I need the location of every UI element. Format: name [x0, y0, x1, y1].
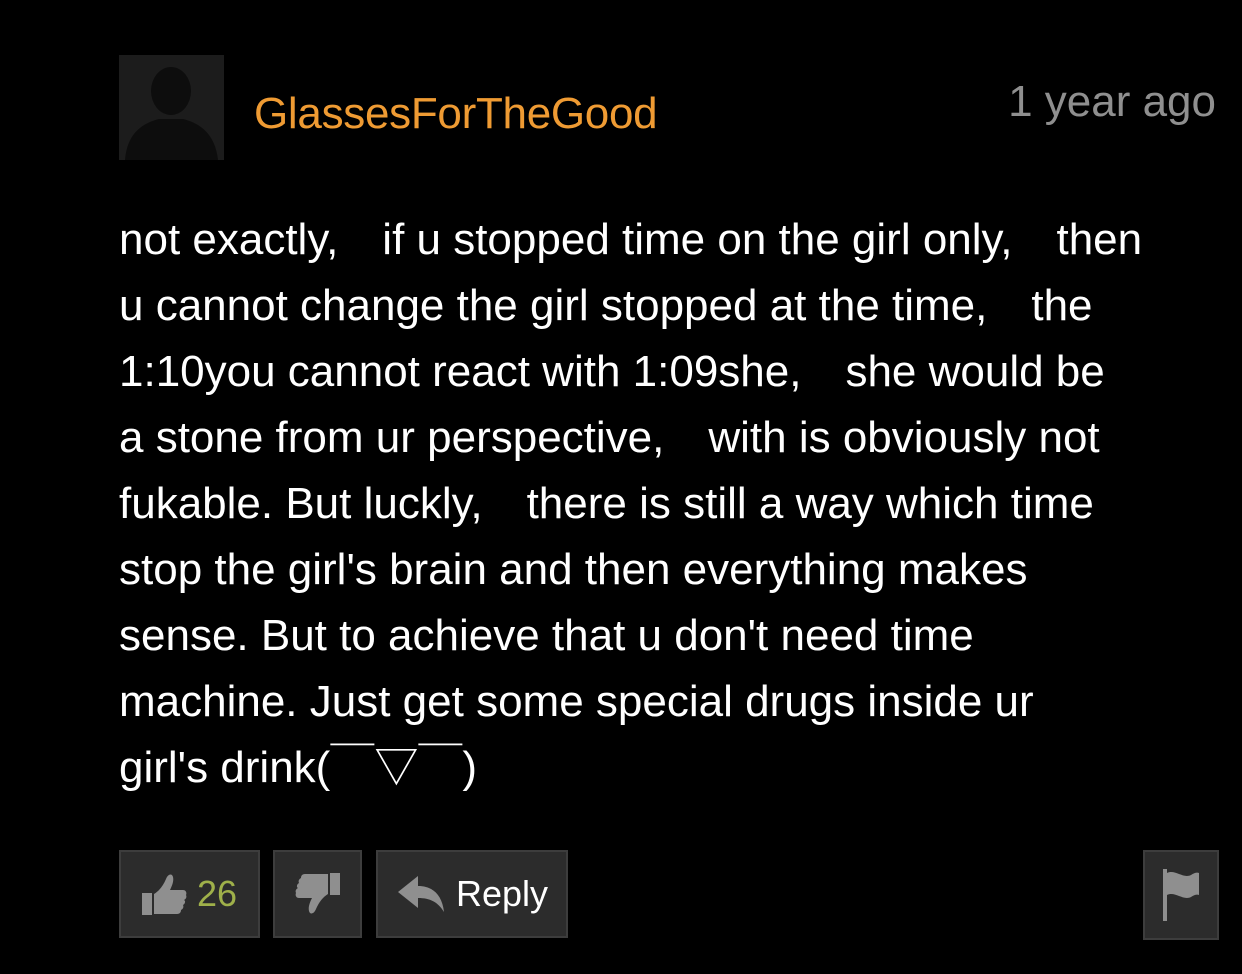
- timestamp: 1 year ago: [1008, 77, 1216, 126]
- reply-button[interactable]: Reply: [376, 850, 568, 938]
- comment-line: machine. Just get some special drugs ins…: [119, 677, 1034, 726]
- default-avatar-icon: [119, 55, 224, 160]
- comment-line: fukable. But luckly, there is still a wa…: [119, 479, 1094, 528]
- comment-body: not exactly, if u stopped time on the gi…: [119, 207, 1229, 801]
- dislike-button[interactable]: [273, 850, 362, 938]
- comment-line: u cannot change the girl stopped at the …: [119, 281, 1093, 330]
- reply-arrow-icon: [398, 876, 444, 912]
- comment-line: a stone from ur perspective, with is obv…: [119, 413, 1100, 462]
- thumbs-up-icon: [142, 874, 187, 915]
- comment-line: 1:10you cannot react with 1:09she, she w…: [119, 347, 1105, 396]
- like-button[interactable]: 26: [119, 850, 260, 938]
- reply-label: Reply: [456, 873, 549, 914]
- flag-icon: [1163, 869, 1199, 921]
- comment-line: girl's drink(￣▽￣): [119, 743, 477, 792]
- comment-line: sense. But to achieve that u don't need …: [119, 611, 974, 660]
- like-count: 26: [197, 873, 238, 914]
- flag-button[interactable]: [1143, 850, 1219, 940]
- comment-card: GlassesForTheGood 1 year ago not exactly…: [0, 0, 1242, 974]
- username-link[interactable]: GlassesForTheGood: [254, 88, 658, 140]
- thumbs-down-icon: [295, 873, 340, 914]
- avatar[interactable]: [119, 55, 224, 160]
- comment-line: not exactly, if u stopped time on the gi…: [119, 215, 1143, 264]
- comment-line: stop the girl's brain and then everythin…: [119, 545, 1028, 594]
